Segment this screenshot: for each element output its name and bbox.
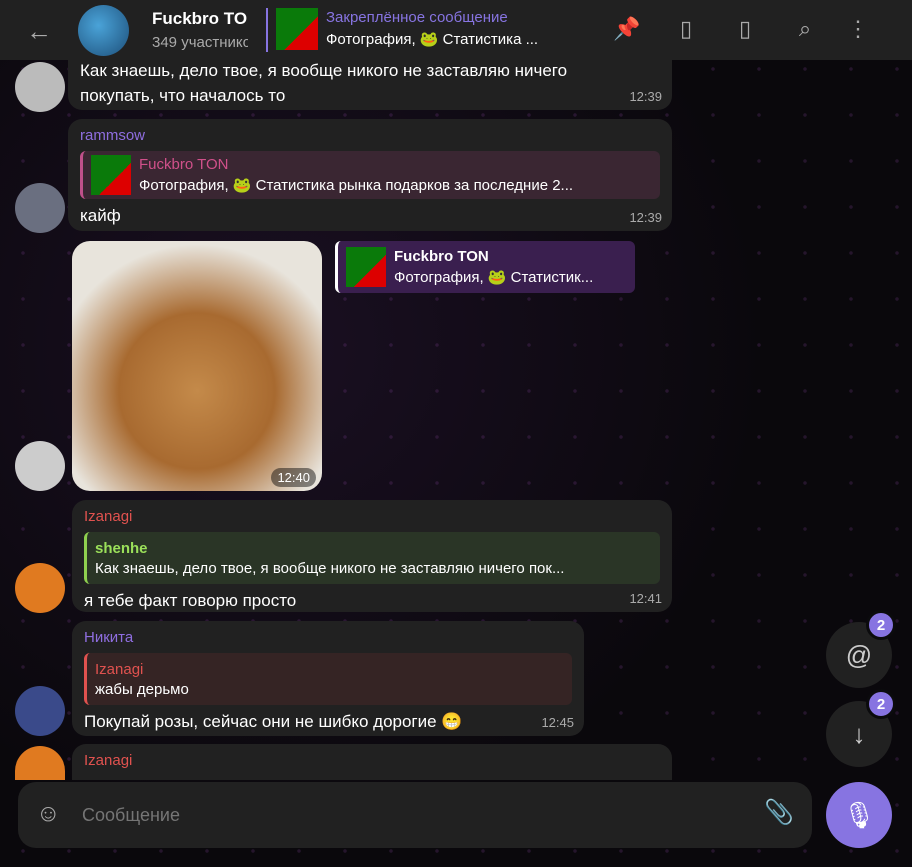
avatar[interactable] [15, 62, 65, 112]
message-bubble[interactable]: Никита Izanagi жабы дерьмо Покупай розы, … [72, 621, 584, 736]
more-icon[interactable]: ⋮ [843, 16, 873, 42]
reply-name: Fuckbro TON [394, 248, 489, 265]
message-time: 12:45 [541, 715, 574, 730]
reply-preview[interactable]: Fuckbro TON Фотография, 🐸 Статистик... [335, 241, 635, 293]
arrow-down-icon: ↓ [852, 718, 866, 749]
reply-text: Как знаешь, дело твое, я вообще никого н… [95, 559, 565, 577]
photo-message[interactable]: 12:40 [72, 241, 322, 491]
reply-name: Fuckbro TON [139, 156, 229, 173]
pin-list-icon[interactable]: 📌 [612, 16, 642, 42]
voice-chat-icon[interactable]: ▯ [671, 16, 701, 42]
mentions-button[interactable]: @2 [826, 610, 896, 688]
avatar[interactable] [15, 183, 65, 233]
microphone-icon: 🎙 [842, 799, 876, 830]
member-count: 349 участников [152, 34, 248, 51]
message-input[interactable] [82, 800, 722, 830]
message-time: 12:39 [629, 210, 662, 225]
reply-thumbnail [346, 247, 386, 287]
at-icon: @ [845, 639, 873, 670]
reply-preview[interactable]: shenhe Как знаешь, дело твое, я вообще ни… [84, 532, 660, 584]
pinned-thumbnail [276, 8, 318, 50]
reply-preview[interactable]: Izanagi жабы дерьмо [84, 653, 572, 705]
avatar[interactable] [15, 563, 65, 613]
message-text: Как знаешь, дело твое, я вообще никого н… [80, 61, 568, 105]
live-stream-icon[interactable]: ▯ [730, 16, 760, 42]
search-icon[interactable]: ⌕ [790, 16, 820, 42]
sender-name[interactable]: rammsow [80, 127, 660, 147]
reply-thumbnail [91, 155, 131, 195]
reply-name: Izanagi [95, 660, 144, 678]
message-text: я тебе факт говорю просто [84, 591, 297, 610]
avatar[interactable] [15, 441, 65, 491]
message-bubble[interactable]: rammsow Fuckbro TON Фотография, 🐸 Статист… [68, 119, 672, 231]
pinned-message[interactable]: Закреплённое сообщение Фотография, 🐸 Стат… [266, 8, 538, 52]
reply-preview[interactable]: Fuckbro TON Фотография, 🐸 Статистика рынк… [80, 151, 660, 199]
message-text: Покупай розы, сейчас они не шибко дороги… [84, 712, 463, 731]
chat-avatar[interactable] [78, 5, 129, 56]
message-composer: ☺ 📎 [18, 782, 812, 848]
unread-badge: 2 [866, 689, 896, 719]
voice-record-button[interactable]: 🎙 [826, 782, 892, 848]
sender-name[interactable]: Izanagi [84, 508, 660, 528]
mentions-badge: 2 [866, 610, 896, 640]
attach-icon[interactable]: 📎 [764, 798, 794, 827]
chat-title[interactable]: Fuckbro TON [152, 9, 248, 29]
sender-name[interactable]: Izanagi [84, 752, 660, 772]
avatar[interactable] [15, 686, 65, 736]
message-time: 12:41 [629, 591, 662, 606]
message-time: 12:40 [271, 468, 316, 487]
message-bubble[interactable]: Izanagi shenhe Как знаешь, дело твое, я в… [72, 500, 672, 612]
emoji-icon[interactable]: ☺ [36, 800, 61, 828]
sender-name[interactable]: Никита [84, 629, 572, 649]
message-text: кайф [80, 206, 121, 225]
scroll-down-button[interactable]: ↓ 2 [826, 689, 896, 767]
reply-text: Фотография, 🐸 Статистика рынка подарков … [139, 177, 574, 194]
chat-header: ← Fuckbro TON 349 участников Закреплённо… [0, 0, 912, 60]
pinned-text: Фотография, 🐸 Статистика ... [326, 31, 539, 48]
reply-name: shenhe [95, 539, 148, 557]
reply-text: Фотография, 🐸 Статистик... [394, 269, 594, 286]
message-time: 12:39 [629, 89, 662, 104]
back-arrow-icon[interactable]: ← [26, 16, 52, 47]
reply-text: жабы дерьмо [95, 680, 189, 698]
pinned-label: Закреплённое сообщение [326, 9, 508, 26]
message-bubble[interactable]: Izanagi [72, 744, 672, 780]
